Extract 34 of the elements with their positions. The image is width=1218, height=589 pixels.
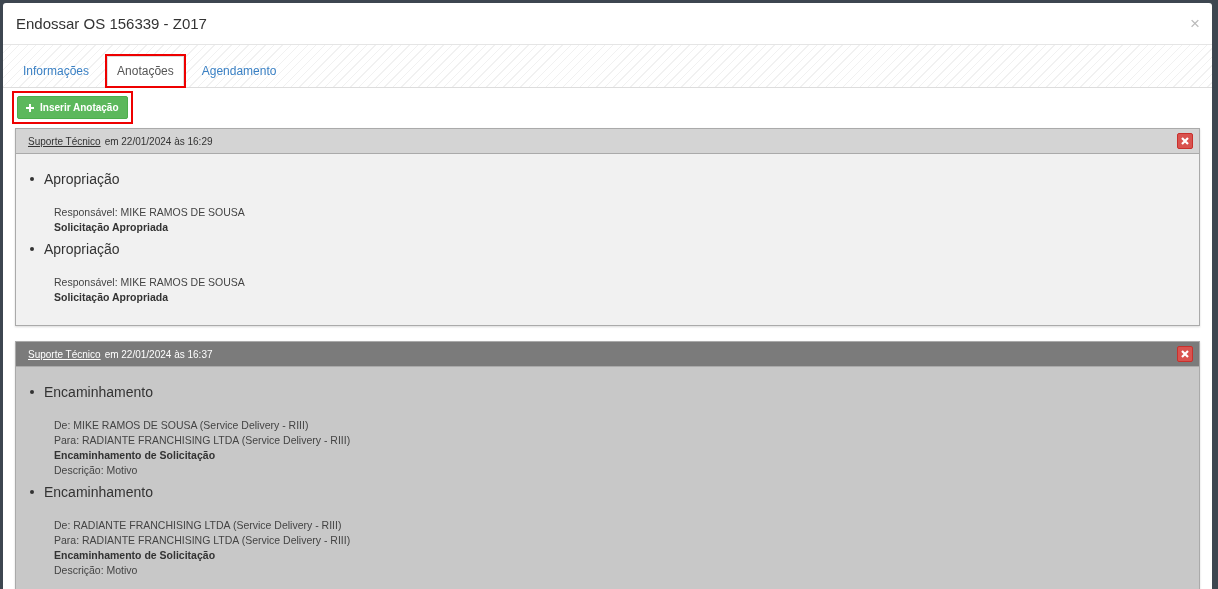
entry-line: Responsável: MIKE RAMOS DE SOUSA — [54, 275, 245, 290]
delete-button[interactable] — [1177, 133, 1193, 149]
entry-line: Encaminhamento de Solicitação — [54, 548, 216, 563]
delete-button[interactable] — [1177, 346, 1193, 362]
tab[interactable]: Informações — [13, 56, 100, 86]
bullet-icon — [30, 490, 34, 494]
bullet-icon — [30, 247, 34, 251]
entry-line: Solicitação Apropriada — [54, 290, 168, 305]
window-title: Endossar OS 156339 - Z017 — [16, 15, 207, 32]
plus-icon — [26, 103, 34, 112]
bullet-icon — [30, 390, 34, 394]
author-link[interactable]: Suporte Técnico — [28, 135, 101, 147]
note-date: em 22/01/2024 às 16:37 — [104, 348, 213, 360]
entry-line: Responsável: MIKE RAMOS DE SOUSA — [54, 205, 245, 220]
entry-line: De: MIKE RAMOS DE SOUSA (Service Delivery - RIII) — [54, 418, 309, 433]
entry-line: Solicitação Apropriada — [54, 220, 168, 235]
tab[interactable]: Anotações — [107, 56, 184, 86]
entry-title: Encaminhamento — [44, 484, 153, 500]
author-link[interactable]: Suporte Técnico — [28, 348, 101, 360]
bullet-icon — [30, 177, 34, 181]
note-date: em 22/01/2024 às 16:29 — [104, 135, 213, 147]
entry-line: Para: RADIANTE FRANCHISING LTDA (Service Delivery - RIII) — [54, 533, 351, 548]
entry-line: Descrição: Motivo — [54, 563, 138, 578]
close-icon — [1181, 350, 1189, 358]
entry-title: Apropriação — [44, 171, 120, 187]
insert-note-button[interactable]: Inserir Anotação — [17, 96, 128, 119]
entry-line: Descrição: Motivo — [54, 463, 138, 478]
entry-line: De: RADIANTE FRANCHISING LTDA (Service Delivery - RIII) — [54, 518, 342, 533]
entry-line: Para: RADIANTE FRANCHISING LTDA (Service Delivery - RIII) — [54, 433, 351, 448]
close-icon — [1181, 137, 1189, 145]
entry-title: Apropriação — [44, 241, 120, 257]
tab[interactable]: Agendamento — [191, 56, 287, 86]
entry-title: Encaminhamento — [44, 384, 153, 400]
entry-line: Encaminhamento de Solicitação — [54, 448, 216, 463]
